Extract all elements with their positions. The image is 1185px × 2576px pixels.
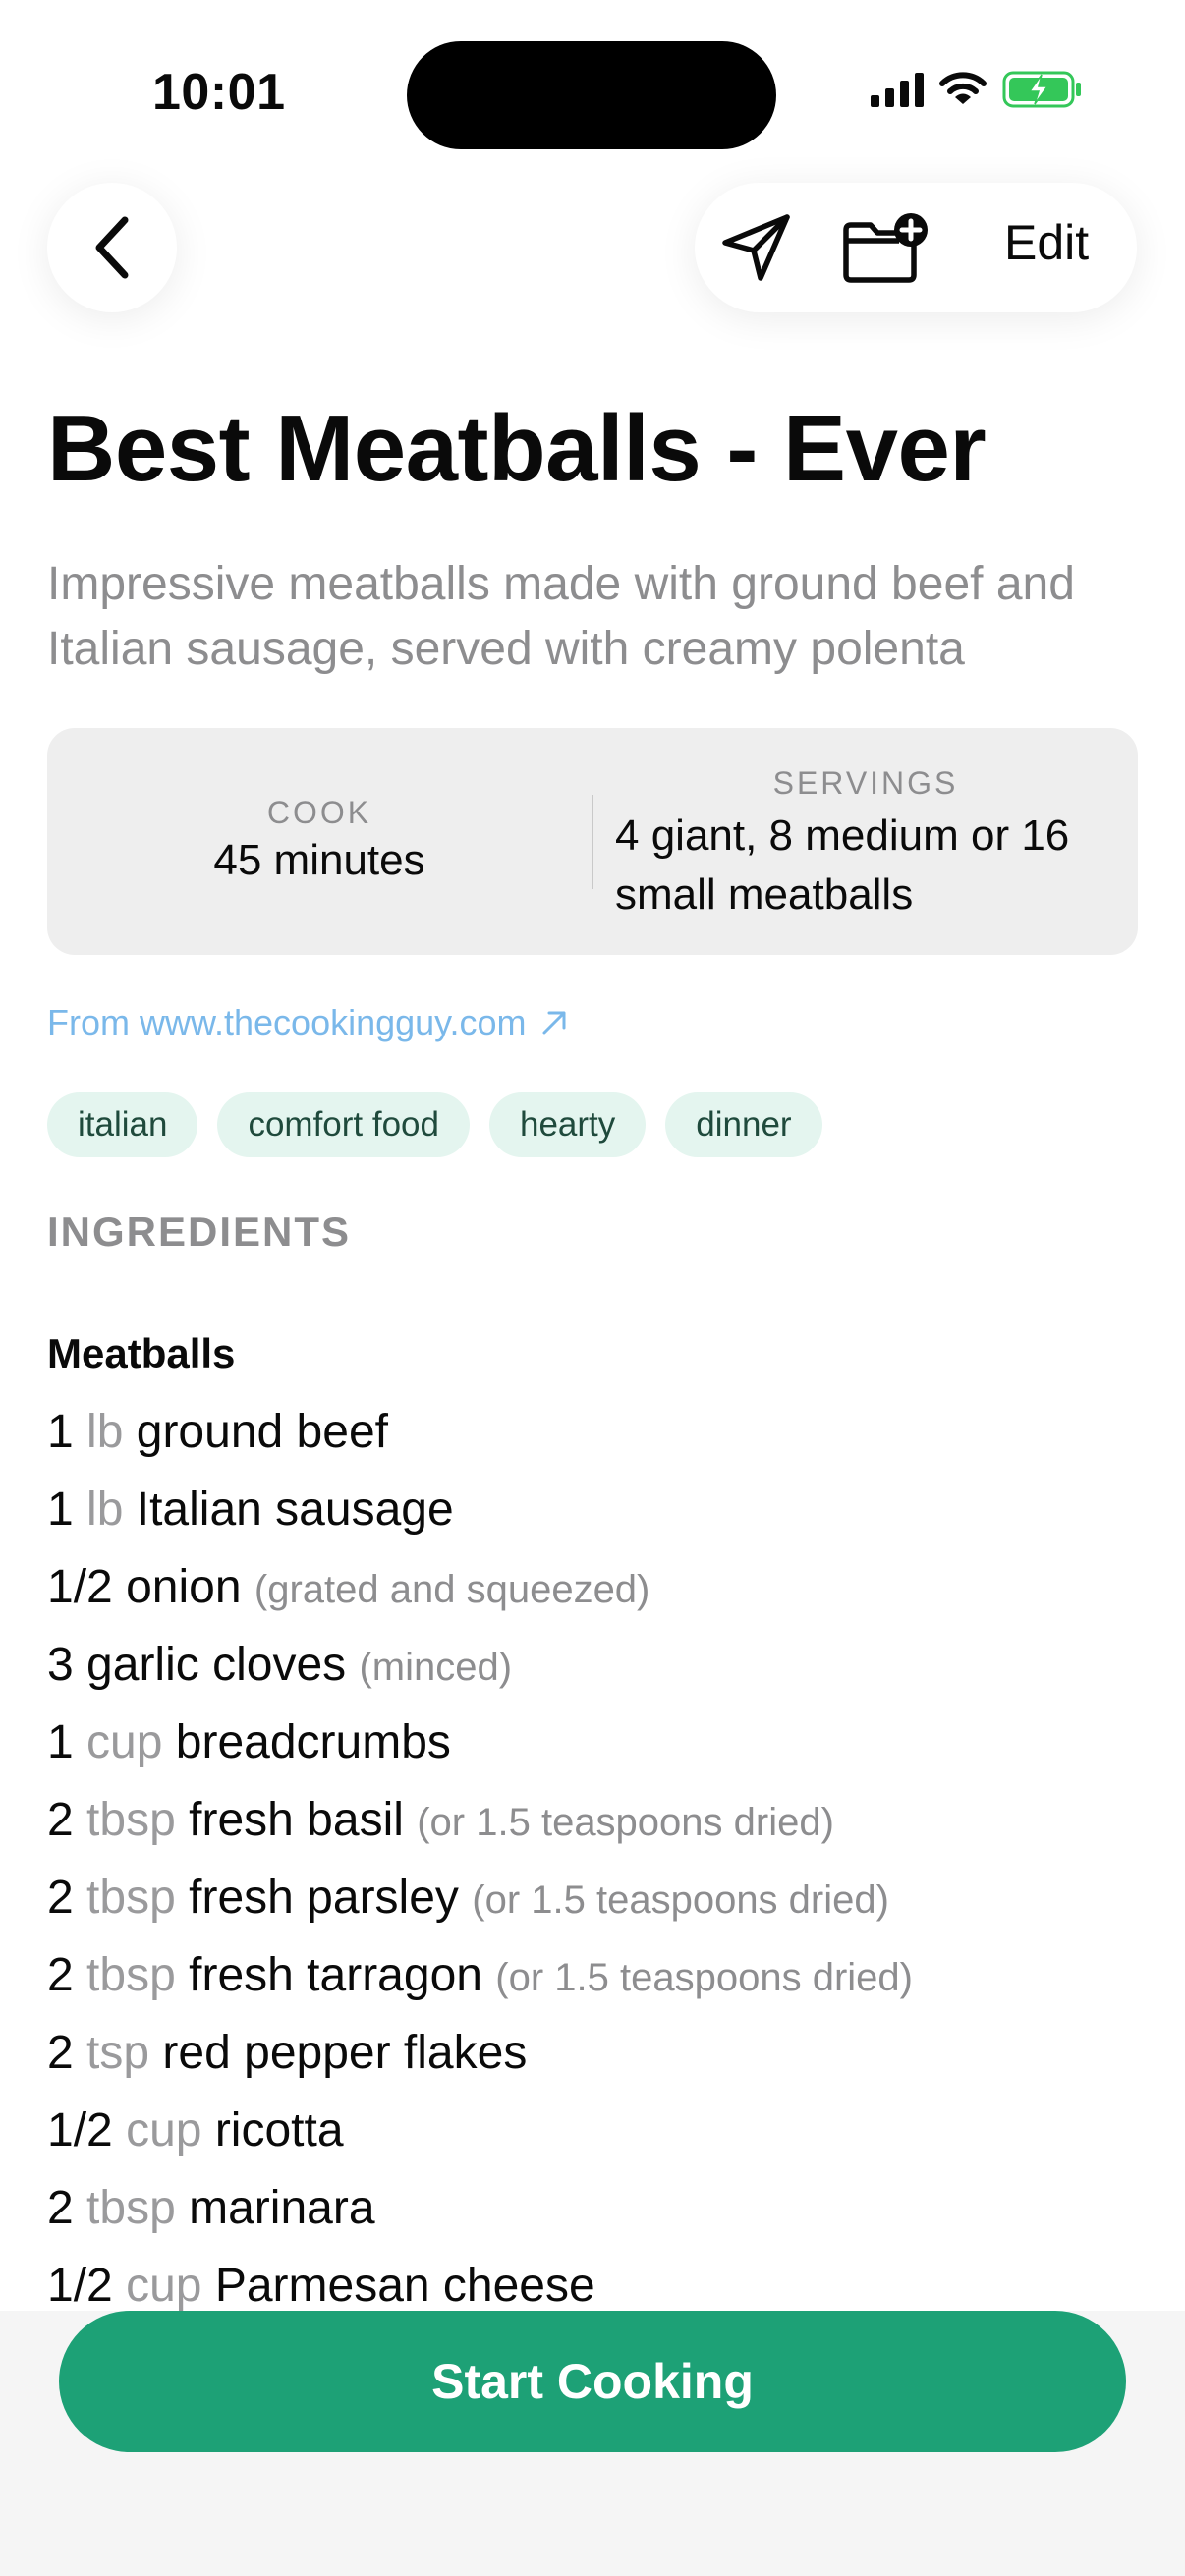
source-link-text: From www.thecookingguy.com	[47, 1002, 527, 1042]
tag-chip[interactable]: dinner	[665, 1092, 822, 1157]
source-link[interactable]: From www.thecookingguy.com	[47, 1002, 568, 1043]
ingredient-name: fresh parsley	[189, 1872, 459, 1924]
ingredient-name: ricotta	[214, 2104, 344, 2156]
ingredient-row: 1/2 cup ricotta	[47, 2095, 913, 2172]
info-divider	[592, 795, 593, 889]
send-icon[interactable]	[720, 212, 793, 283]
ingredient-row: 2 tbsp fresh tarragon (or 1.5 teaspoons …	[47, 1939, 913, 2017]
ingredient-quantity: 1	[47, 1716, 74, 1768]
ingredient-name: garlic cloves	[86, 1639, 347, 1691]
ingredient-quantity: 2	[47, 2027, 74, 2079]
back-button[interactable]	[47, 183, 177, 312]
ingredient-unit: tbsp	[86, 2182, 176, 2234]
ingredient-list: 1 lb ground beef 1 lb Italian sausage 1/2 …	[47, 1396, 913, 2327]
battery-charging-icon	[1002, 71, 1081, 108]
ingredient-note: (or 1.5 teaspoons dried)	[495, 1956, 913, 1999]
recipe-description: Impressive meatballs made with ground be…	[47, 558, 1075, 675]
wifi-icon	[939, 72, 987, 104]
ingredient-unit: cup	[86, 1716, 163, 1768]
ingredients-heading: INGREDIENTS	[47, 1208, 352, 1255]
ingredient-quantity: 2	[47, 1872, 74, 1924]
recipe-info-card: COOK 45 minutes SERVINGS 4 giant, 8 medi…	[47, 728, 1138, 955]
folder-plus-icon[interactable]	[840, 210, 931, 285]
ingredient-row: 2 tsp red pepper flakes	[47, 2017, 913, 2095]
start-cooking-button[interactable]: Start Cooking	[59, 2311, 1126, 2452]
tag-chip[interactable]: italian	[47, 1092, 198, 1157]
ingredient-group-title: Meatballs	[47, 1330, 236, 1376]
status-icons	[871, 71, 1083, 108]
ingredient-name: red pepper flakes	[162, 2027, 528, 2079]
ingredient-unit: tbsp	[86, 1872, 176, 1924]
servings-label: SERVINGS	[772, 765, 959, 801]
dynamic-island	[407, 41, 776, 149]
ingredient-quantity: 1/2	[47, 2104, 113, 2156]
ingredient-quantity: 1/2	[47, 2260, 113, 2312]
ingredient-row: 2 tbsp marinara	[47, 2172, 913, 2250]
ingredient-row: 1 lb ground beef	[47, 1396, 913, 1474]
ingredient-name: fresh tarragon	[189, 1949, 482, 2001]
ingredient-unit: cup	[126, 2104, 202, 2156]
ingredient-unit: tbsp	[86, 1794, 176, 1846]
ingredient-quantity: 2	[47, 1949, 74, 2001]
ingredient-unit: tbsp	[86, 1949, 176, 2001]
ingredient-name: marinara	[189, 2182, 375, 2234]
edit-button[interactable]: Edit	[1004, 214, 1089, 271]
ingredient-quantity: 2	[47, 2182, 74, 2234]
servings-value: 4 giant, 8 medium or 16 small meatballs	[615, 812, 1070, 919]
chevron-left-icon	[95, 216, 129, 279]
status-time: 10:01	[152, 64, 286, 121]
ingredient-name: Parmesan cheese	[214, 2260, 595, 2312]
recipe-title: Best Meatballs - Ever	[47, 396, 987, 501]
tag-list: italian comfort food hearty dinner	[47, 1092, 822, 1157]
ingredient-quantity: 2	[47, 1794, 74, 1846]
ingredient-row: 1 lb Italian sausage	[47, 1474, 913, 1551]
ingredient-name: Italian sausage	[136, 1484, 454, 1536]
ingredient-row: 1/2 onion (grated and squeezed)	[47, 1551, 913, 1629]
ingredient-unit: cup	[126, 2260, 202, 2312]
ingredient-unit: lb	[86, 1406, 124, 1458]
tag-chip[interactable]: hearty	[489, 1092, 647, 1157]
ingredient-name: breadcrumbs	[175, 1716, 451, 1768]
ingredient-row: 2 tbsp fresh parsley (or 1.5 teaspoons d…	[47, 1862, 913, 1939]
ingredient-row: 2 tbsp fresh basil (or 1.5 teaspoons dri…	[47, 1784, 913, 1862]
ingredient-name: ground beef	[136, 1406, 388, 1458]
cook-label: COOK	[266, 795, 372, 830]
tag-chip[interactable]: comfort food	[217, 1092, 470, 1157]
ingredient-note: (grated and squeezed)	[254, 1568, 650, 1611]
ingredient-row: 1 cup breadcrumbs	[47, 1707, 913, 1784]
ingredient-quantity: 1	[47, 1406, 74, 1458]
ingredient-name: onion	[126, 1561, 242, 1613]
ingredient-name: fresh basil	[189, 1794, 404, 1846]
ingredient-quantity: 1/2	[47, 1561, 113, 1613]
ingredient-quantity: 3	[47, 1639, 74, 1691]
ingredient-unit: tsp	[86, 2027, 150, 2079]
ingredient-unit: lb	[86, 1484, 124, 1536]
signal-icon	[871, 72, 924, 107]
arrow-up-right-icon	[542, 1011, 566, 1035]
ingredient-note: (minced)	[359, 1646, 513, 1689]
cook-time: 45 minutes	[213, 836, 425, 884]
ingredient-note: (or 1.5 teaspoons dried)	[417, 1801, 834, 1844]
ingredient-note: (or 1.5 teaspoons dried)	[472, 1878, 889, 1922]
ingredient-row: 3 garlic cloves (minced)	[47, 1629, 913, 1707]
header-actions: Edit	[695, 183, 1137, 312]
ingredient-quantity: 1	[47, 1484, 74, 1536]
